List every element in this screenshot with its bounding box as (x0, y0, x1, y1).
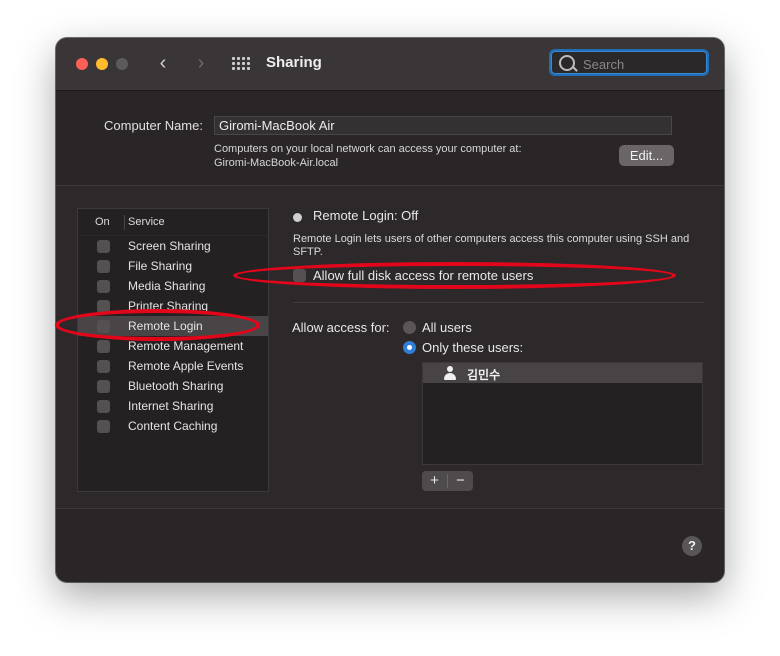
service-checkbox[interactable] (97, 260, 110, 273)
service-label: Screen Sharing (128, 239, 211, 253)
computer-name-field[interactable]: Giromi-MacBook Air (214, 116, 672, 135)
service-row-screen-sharing[interactable]: Screen Sharing (78, 236, 268, 256)
zoom-button[interactable] (116, 58, 128, 70)
search-icon (559, 55, 575, 71)
column-header-service[interactable]: Service (128, 216, 165, 228)
service-checkbox[interactable] (97, 420, 110, 433)
search-input[interactable] (581, 54, 705, 74)
computer-name-label: Computer Name: (104, 118, 203, 133)
service-row-printer-sharing[interactable]: Printer Sharing (78, 296, 268, 316)
service-list-header: On Service (78, 209, 268, 236)
service-checkbox[interactable] (97, 320, 110, 333)
help-button[interactable]: ? (682, 536, 702, 556)
add-user-button[interactable]: + (422, 471, 447, 491)
titlebar: ‹ › Sharing (56, 38, 724, 91)
sharing-window: ‹ › Sharing Computer Name: Giromi-MacBoo… (56, 38, 724, 582)
close-button[interactable] (76, 58, 88, 70)
full-disk-access-label[interactable]: Allow full disk access for remote users (313, 268, 533, 283)
all-users-label[interactable]: All users (422, 320, 472, 335)
service-row-remote-apple-events[interactable]: Remote Apple Events (78, 356, 268, 376)
service-row-media-sharing[interactable]: Media Sharing (78, 276, 268, 296)
service-label: File Sharing (128, 259, 193, 273)
service-row-remote-login[interactable]: Remote Login (78, 316, 268, 336)
service-label: Bluetooth Sharing (128, 379, 224, 393)
search-field[interactable] (549, 49, 709, 76)
service-label: Remote Management (128, 339, 244, 353)
forward-chevron-icon[interactable]: › (189, 51, 213, 75)
remote-login-status: Remote Login: Off (313, 208, 419, 223)
service-checkbox[interactable] (97, 280, 110, 293)
show-all-grid-icon[interactable] (232, 57, 250, 71)
only-these-users-label[interactable]: Only these users: (422, 340, 523, 355)
computer-name-description: Computers on your local network can acce… (214, 142, 522, 170)
column-divider (124, 215, 125, 230)
service-checkbox[interactable] (97, 300, 110, 313)
service-label: Remote Apple Events (128, 359, 244, 373)
user-icon (443, 366, 457, 380)
service-row-bluetooth-sharing[interactable]: Bluetooth Sharing (78, 376, 268, 396)
service-label: Content Caching (128, 419, 218, 433)
full-disk-access-checkbox[interactable] (293, 269, 306, 282)
allow-access-label: Allow access for: (292, 320, 390, 335)
service-label: Media Sharing (128, 279, 206, 293)
service-row-internet-sharing[interactable]: Internet Sharing (78, 396, 268, 416)
status-indicator-icon (293, 213, 302, 222)
service-label: Remote Login (128, 319, 203, 333)
allowed-users-list: 김민수 (422, 362, 703, 465)
service-row-content-caching[interactable]: Content Caching (78, 416, 268, 436)
column-header-on[interactable]: On (95, 216, 110, 228)
service-checkbox[interactable] (97, 240, 110, 253)
service-checkbox[interactable] (97, 380, 110, 393)
service-checkbox[interactable] (97, 360, 110, 373)
service-row-file-sharing[interactable]: File Sharing (78, 256, 268, 276)
service-list: On Service Screen Sharing File Sharing M… (77, 208, 269, 492)
description-line-1: Computers on your local network can acce… (214, 143, 522, 155)
user-name: 김민수 (467, 368, 501, 382)
service-label: Printer Sharing (128, 299, 209, 313)
edit-button[interactable]: Edit... (619, 145, 674, 166)
service-checkbox[interactable] (97, 400, 110, 413)
window-title: Sharing (266, 54, 322, 71)
minimize-button[interactable] (96, 58, 108, 70)
back-chevron-icon[interactable]: ‹ (151, 51, 175, 75)
separator (293, 302, 704, 303)
remote-login-description: Remote Login lets users of other compute… (293, 233, 690, 258)
service-checkbox[interactable] (97, 340, 110, 353)
description-line-2: Giromi-MacBook-Air.local (214, 157, 339, 169)
service-label: Internet Sharing (128, 399, 214, 413)
remove-user-button[interactable]: − (448, 471, 473, 491)
add-remove-control: + − (422, 471, 473, 491)
service-row-remote-management[interactable]: Remote Management (78, 336, 268, 356)
all-users-radio[interactable] (403, 321, 416, 334)
user-row[interactable]: 김민수 (423, 363, 702, 383)
only-these-users-radio[interactable] (403, 341, 416, 354)
